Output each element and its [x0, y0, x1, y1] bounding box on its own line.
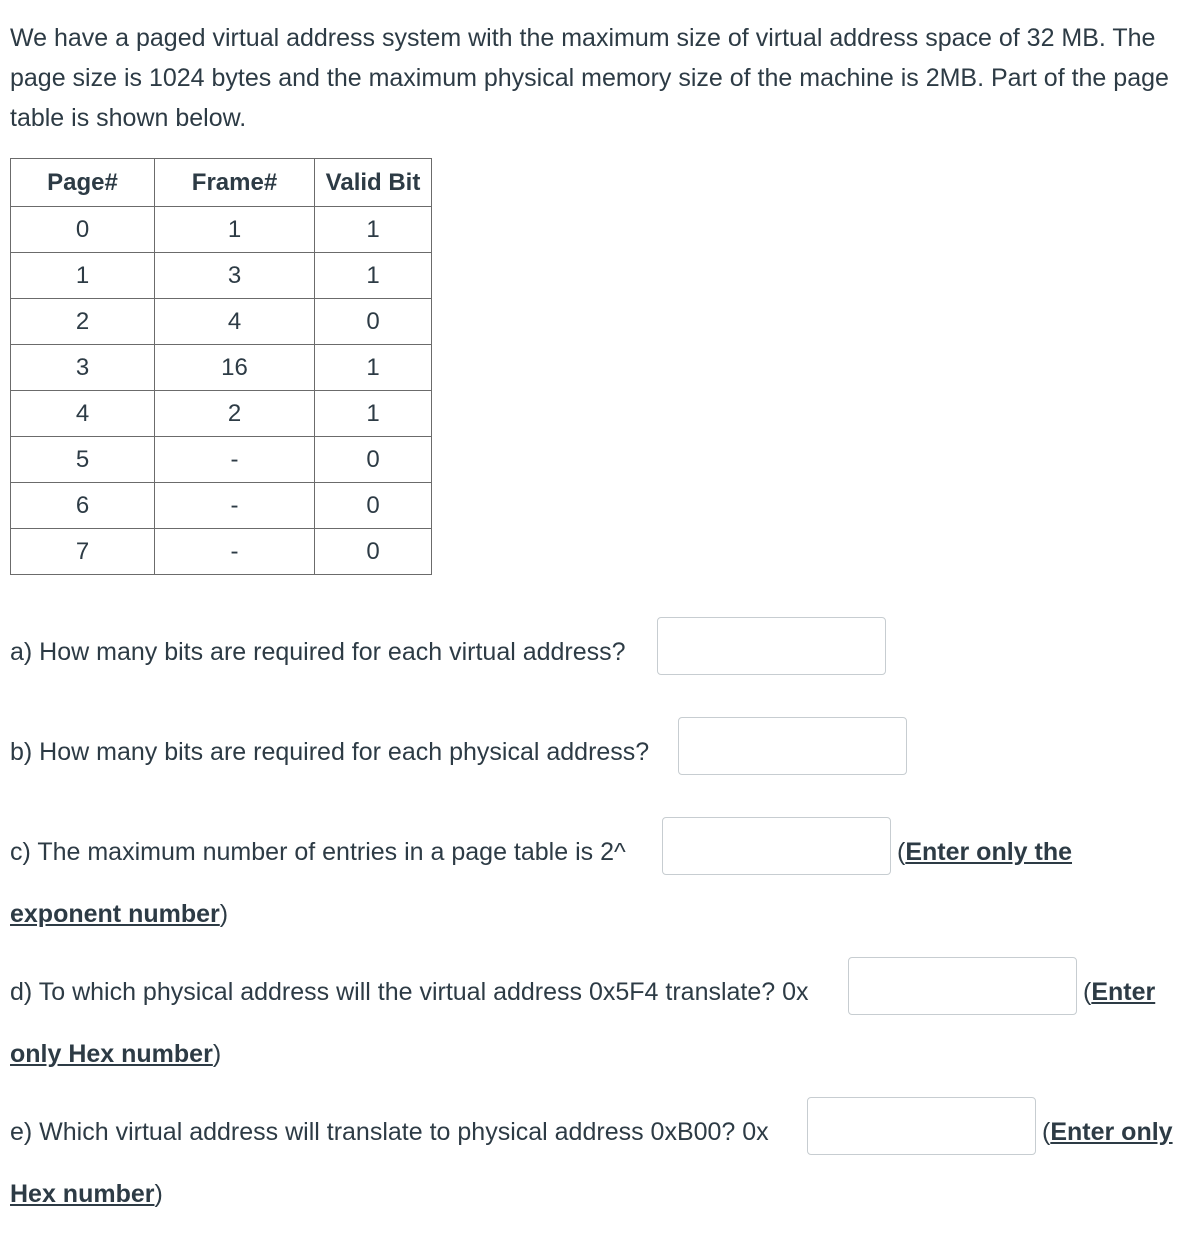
table-row: 7 - 0: [10, 528, 432, 575]
page-number-cell: 7: [10, 528, 155, 575]
page-number-cell: 1: [10, 252, 155, 299]
hint-close-paren: ): [154, 1180, 163, 1208]
table-row: 5 - 0: [10, 436, 432, 483]
valid-bit-cell: 0: [314, 482, 432, 529]
question-e-hint: (Enter only: [1042, 1118, 1173, 1147]
frame-number-cell: -: [154, 528, 315, 575]
valid-bit-cell: 0: [314, 528, 432, 575]
hint-d-line2: only Hex number: [10, 1040, 213, 1068]
question-e-text: e) Which virtual address will translate …: [10, 1118, 769, 1146]
header-page-number: Page#: [10, 158, 155, 207]
hint-c-line1: Enter only the: [905, 838, 1073, 866]
header-valid-bit: Valid Bit: [314, 158, 432, 207]
hint-d-line1: Enter: [1091, 978, 1156, 1006]
valid-bit-cell: 0: [314, 298, 432, 345]
question-c-hint: (Enter only the: [897, 838, 1072, 867]
valid-bit-cell: 0: [314, 436, 432, 483]
problem-statement: We have a paged virtual address system w…: [10, 24, 1169, 132]
hint-e-line1: Enter only: [1050, 1118, 1173, 1146]
table-row: 0 1 1: [10, 206, 432, 253]
frame-number-cell: -: [154, 482, 315, 529]
answer-b-input[interactable]: [678, 717, 907, 775]
frame-number-cell: 1: [154, 206, 315, 253]
question-d-hint: (Enter: [1083, 978, 1155, 1007]
table-row: 6 - 0: [10, 482, 432, 529]
page-table-header-row: Page# Frame# Valid Bit: [10, 158, 432, 207]
page-number-cell: 4: [10, 390, 155, 437]
valid-bit-cell: 1: [314, 252, 432, 299]
frame-number-cell: 16: [154, 344, 315, 391]
question-c-hint-continued: exponent number): [10, 900, 228, 929]
question-b-text: b) How many bits are required for each p…: [10, 738, 650, 766]
table-row: 3 16 1: [10, 344, 432, 391]
frame-number-cell: 2: [154, 390, 315, 437]
answer-e-input[interactable]: [807, 1097, 1036, 1155]
page-table: Page# Frame# Valid Bit 0 1 1 1 3 1 2 4 0…: [10, 158, 432, 575]
frame-number-cell: 3: [154, 252, 315, 299]
question-c-text: c) The maximum number of entries in a pa…: [10, 838, 626, 866]
hint-c-line2: exponent number: [10, 900, 220, 928]
page-number-cell: 0: [10, 206, 155, 253]
question-a-text: a) How many bits are required for each v…: [10, 638, 626, 666]
table-row: 2 4 0: [10, 298, 432, 345]
valid-bit-cell: 1: [314, 344, 432, 391]
hint-close-paren: ): [212, 1040, 222, 1068]
table-row: 1 3 1: [10, 252, 432, 299]
frame-number-cell: -: [154, 436, 315, 483]
page-number-cell: 6: [10, 482, 155, 529]
table-row: 4 2 1: [10, 390, 432, 437]
valid-bit-cell: 1: [314, 206, 432, 253]
page-number-cell: 3: [10, 344, 155, 391]
answer-d-input[interactable]: [848, 957, 1077, 1015]
question-e-hint-continued: Hex number): [10, 1180, 163, 1209]
answer-c-input[interactable]: [662, 817, 891, 875]
frame-number-cell: 4: [154, 298, 315, 345]
question-d-text: d) To which physical address will the vi…: [10, 978, 809, 1006]
question-d-hint-continued: only Hex number): [10, 1040, 221, 1069]
page-number-cell: 5: [10, 436, 155, 483]
hint-close-paren: ): [219, 900, 229, 928]
page-number-cell: 2: [10, 298, 155, 345]
hint-e-line2: Hex number: [10, 1180, 155, 1208]
valid-bit-cell: 1: [314, 390, 432, 437]
header-frame-number: Frame#: [154, 158, 315, 207]
answer-a-input[interactable]: [657, 617, 886, 675]
